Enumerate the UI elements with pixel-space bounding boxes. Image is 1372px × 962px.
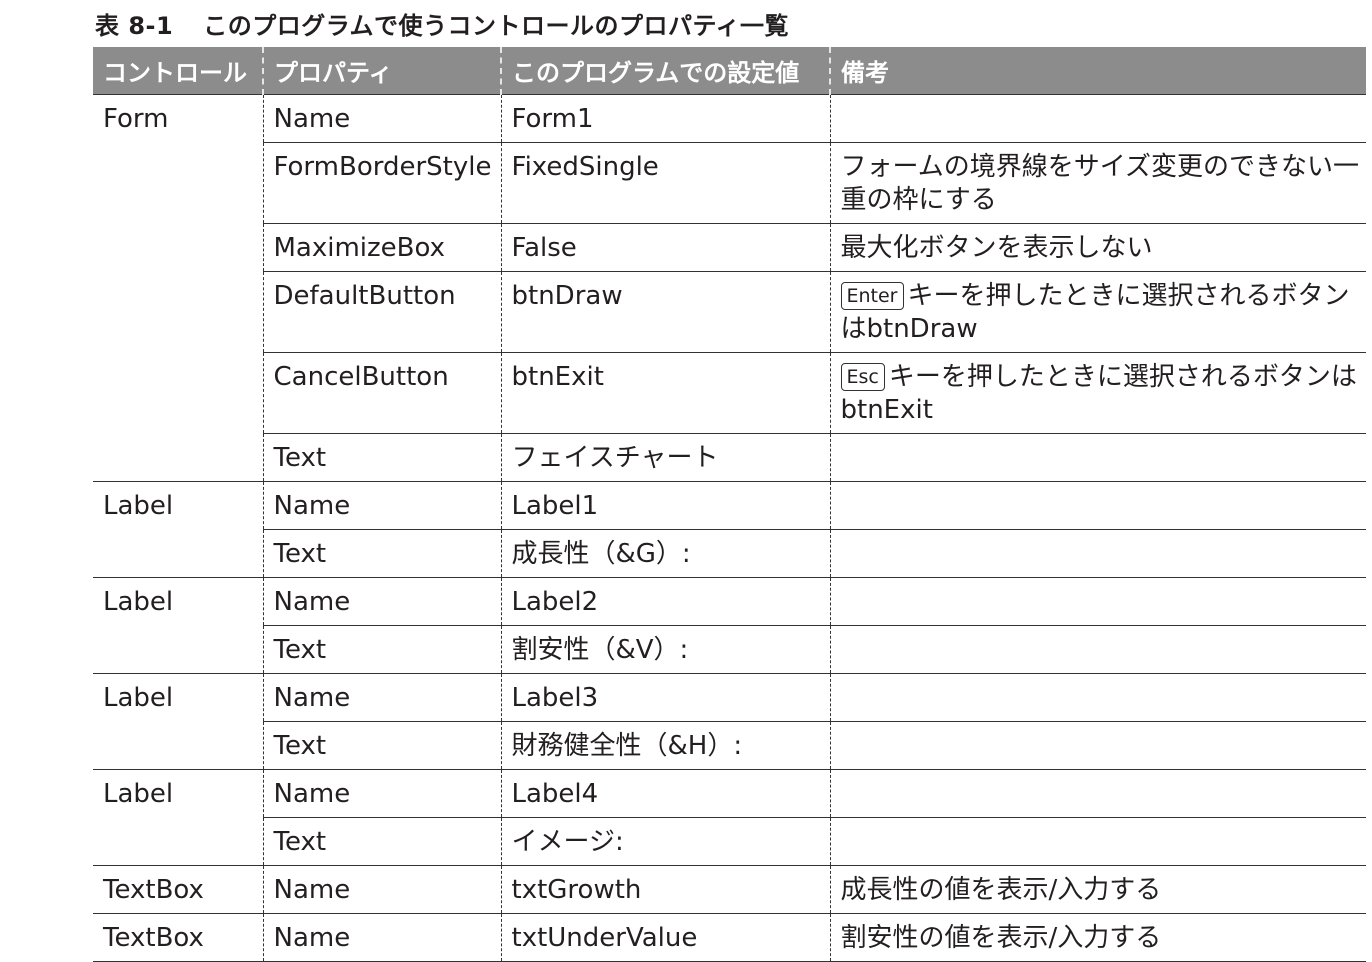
table-caption: 表 8-1 このプログラムで使うコントロールのプロパティ一覧	[95, 6, 789, 41]
control-cell: Label	[93, 577, 263, 674]
note-cell	[829, 481, 1366, 530]
property-cell: Text	[262, 721, 501, 770]
property-cell: FormBorderStyle	[262, 142, 501, 224]
property-cell: Name	[262, 673, 501, 722]
note-cell	[829, 94, 1366, 143]
note-cell	[829, 625, 1366, 674]
table-row: Text 財務健全性（&H）:	[93, 721, 1366, 770]
property-cell: MaximizeBox	[262, 223, 501, 272]
table-row: TextBox Name txtGrowth 成長性の値を表示/入力する	[93, 865, 1366, 914]
value-cell: 成長性（&G）:	[500, 529, 830, 578]
value-cell: FixedSingle	[500, 142, 830, 224]
property-cell: Text	[262, 433, 501, 482]
value-cell: txtUnderValue	[500, 913, 830, 962]
control-cell: Label	[93, 481, 263, 578]
table-row: Form Name Form1	[93, 94, 1366, 482]
header-property: プロパティ	[262, 47, 501, 95]
note-cell	[829, 529, 1366, 578]
property-cell: Name	[262, 865, 501, 914]
table-row: Label Name Label1	[93, 481, 1366, 578]
table-row: Text 割安性（&V）:	[93, 625, 1366, 674]
value-cell: 割安性（&V）:	[500, 625, 830, 674]
table-row: Text イメージ:	[93, 817, 1366, 866]
note-cell	[829, 769, 1366, 818]
value-cell: 財務健全性（&H）:	[500, 721, 830, 770]
table-row: Text 成長性（&G）:	[93, 529, 1366, 578]
esc-key-icon: Esc	[840, 363, 885, 391]
value-cell: イメージ:	[500, 817, 830, 866]
value-cell: Label4	[500, 769, 830, 818]
property-cell: Name	[262, 913, 501, 962]
property-table: コントロール プロパティ このプログラムでの設定値 備考 Form Name F…	[93, 47, 1366, 962]
property-cell: Text	[262, 625, 501, 674]
control-cell: Label	[93, 769, 263, 866]
table-row: Label Name Label4	[93, 769, 1366, 866]
control-cell: Form	[93, 94, 263, 482]
property-cell: Name	[262, 94, 501, 143]
note-cell: 最大化ボタンを表示しない	[829, 223, 1366, 272]
note-cell	[829, 673, 1366, 722]
header-value: このプログラムでの設定値	[500, 47, 830, 95]
note-cell: 割安性の値を表示/入力する	[829, 913, 1366, 962]
value-cell: False	[500, 223, 830, 272]
value-cell: フェイスチャート	[500, 433, 830, 482]
header-note: 備考	[829, 47, 1366, 95]
note-cell	[829, 433, 1366, 482]
value-cell: btnExit	[500, 352, 830, 434]
table-number: 表 8-1	[95, 12, 174, 40]
note-cell: Enter キーを押したときに選択されるボタンはbtnDraw	[829, 271, 1366, 353]
note-text: キーを押したときに選択されるボタンはbtnExit	[840, 362, 1357, 425]
table-title: このプログラムで使うコントロールのプロパティ一覧	[203, 12, 790, 40]
value-cell: Label1	[500, 481, 830, 530]
property-cell: Name	[262, 769, 501, 818]
control-cell: Label	[93, 673, 263, 770]
property-cell: Text	[262, 817, 501, 866]
note-cell	[829, 577, 1366, 626]
note-cell	[829, 817, 1366, 866]
value-cell: Label3	[500, 673, 830, 722]
value-cell: Label2	[500, 577, 830, 626]
value-cell: Form1	[500, 94, 830, 143]
control-cell: TextBox	[93, 913, 263, 962]
header-row: コントロール プロパティ このプログラムでの設定値 備考	[93, 47, 1366, 95]
note-cell: Esc キーを押したときに選択されるボタンはbtnExit	[829, 352, 1366, 434]
value-cell: txtGrowth	[500, 865, 830, 914]
note-text: キーを押したときに選択されるボタンはbtnDraw	[840, 281, 1350, 344]
table-row: MaximizeBox False 最大化ボタンを表示しない	[93, 223, 1366, 272]
property-cell: Text	[262, 529, 501, 578]
header-control: コントロール	[93, 47, 263, 95]
table-row: Label Name Label3	[93, 673, 1366, 770]
note-cell: フォームの境界線をサイズ変更のできない一重の枠にする	[829, 142, 1366, 224]
table-row: FormBorderStyle FixedSingle フォームの境界線をサイズ…	[93, 142, 1366, 224]
property-cell: Name	[262, 577, 501, 626]
table-row: DefaultButton btnDraw Enter キーを押したときに選択され…	[93, 271, 1366, 353]
value-cell: btnDraw	[500, 271, 830, 353]
control-cell: TextBox	[93, 865, 263, 914]
table-row: Text フェイスチャート	[93, 433, 1366, 482]
note-cell: 成長性の値を表示/入力する	[829, 865, 1366, 914]
table-row: CancelButton btnExit Esc キーを押したときに選択されるボタ…	[93, 352, 1366, 434]
property-cell: CancelButton	[262, 352, 501, 434]
note-cell	[829, 721, 1366, 770]
enter-key-icon: Enter	[840, 282, 904, 310]
table-row: Label Name Label2	[93, 577, 1366, 674]
table-row: TextBox Name txtUnderValue 割安性の値を表示/入力する	[93, 913, 1366, 962]
property-cell: Name	[262, 481, 501, 530]
property-cell: DefaultButton	[262, 271, 501, 353]
